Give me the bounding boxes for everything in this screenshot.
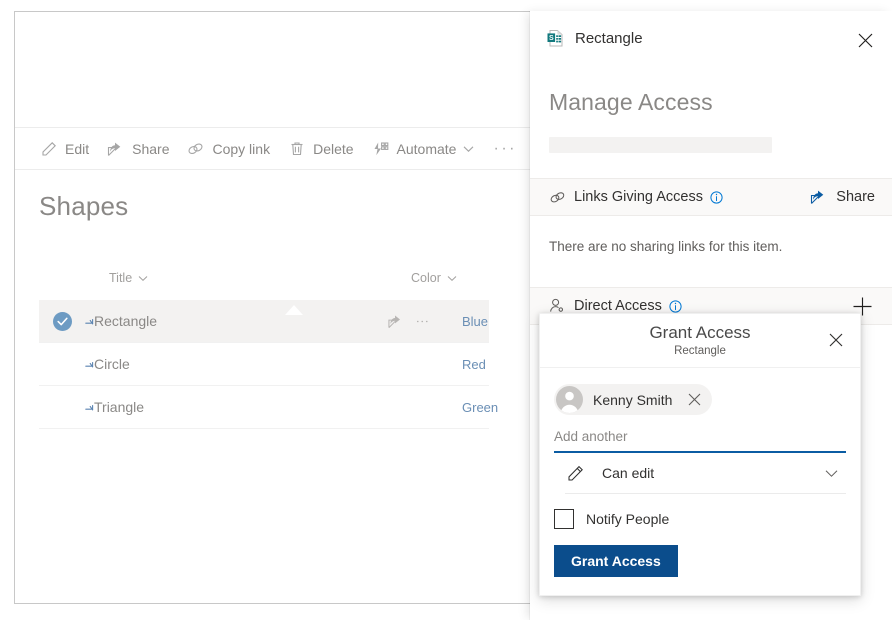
link-icon [187, 140, 204, 157]
direct-access-label: Direct Access [574, 298, 662, 314]
notify-people-label: Notify People [586, 511, 670, 527]
command-overflow-button[interactable]: ··· [483, 128, 526, 169]
close-icon[interactable] [850, 25, 880, 55]
links-empty-message: There are no sharing links for this item… [549, 239, 783, 254]
checkbox-box [554, 509, 574, 529]
remove-person-icon[interactable] [683, 389, 705, 411]
command-copy-link-label: Copy link [212, 140, 271, 157]
info-icon[interactable] [710, 190, 723, 204]
info-icon[interactable] [669, 299, 682, 313]
shared-indicator-icon [85, 403, 97, 414]
grant-access-dialog: Grant Access Rectangle Kenny Smith Add a… [539, 313, 861, 596]
column-header-color[interactable]: Color [411, 271, 457, 285]
list-column-headers: Title Color [39, 271, 509, 297]
share-icon [107, 140, 124, 157]
command-share-label: Share [132, 140, 170, 157]
person-chip[interactable]: Kenny Smith [554, 384, 713, 415]
person-avatar-icon [556, 386, 583, 413]
chevron-down-icon [138, 275, 148, 282]
permission-value: Can edit [602, 465, 655, 481]
automate-icon [372, 140, 389, 157]
table-row[interactable]: Circle Red [39, 343, 489, 386]
command-copy-link[interactable]: Copy link [178, 128, 279, 169]
grant-access-body: Kenny Smith Add another Can edit Notify … [540, 368, 860, 595]
command-automate-label: Automate [396, 140, 457, 157]
table-row[interactable]: Triangle Green [39, 386, 498, 429]
page-title: Shapes [39, 191, 129, 221]
column-header-title[interactable]: Title [109, 271, 148, 285]
row-more-actions-icon[interactable]: ⋮ [415, 315, 430, 328]
links-share-label: Share [836, 189, 875, 205]
person-icon [549, 298, 566, 315]
grant-access-subtitle: Rectangle [674, 345, 726, 357]
row-title-cell[interactable]: Rectangle [85, 313, 387, 329]
command-automate[interactable]: Automate [363, 128, 484, 169]
share-icon [810, 189, 827, 205]
command-delete-label: Delete [313, 140, 354, 157]
notify-people-checkbox[interactable]: Notify People [554, 509, 846, 529]
panel-file-name: Rectangle [575, 29, 643, 47]
checkmark-icon [52, 311, 72, 331]
row-title-cell[interactable]: Triangle [85, 399, 387, 415]
person-chip-name: Kenny Smith [593, 391, 673, 408]
row-actions: ⋮ [387, 314, 462, 329]
panel-title: Manage Access [549, 89, 713, 115]
command-delete[interactable]: Delete [279, 128, 362, 169]
pencil-icon [565, 463, 585, 483]
links-giving-access-section-header: Links Giving Access Share [530, 178, 892, 216]
sharepoint-list-item-icon: S [546, 29, 565, 48]
link-chain-icon [549, 189, 566, 206]
trash-icon [288, 140, 305, 157]
list-rows: Rectangle ⋮ Blue Circle Red Triangle Gre… [39, 300, 498, 429]
row-title-cell[interactable]: Circle [85, 356, 387, 372]
loading-shimmer-bar [549, 137, 772, 153]
add-another-input[interactable]: Add another [554, 425, 846, 453]
column-header-title-label: Title [109, 271, 133, 285]
command-share[interactable]: Share [98, 128, 178, 169]
permission-dropdown[interactable]: Can edit [565, 453, 846, 494]
links-share-button[interactable]: Share [810, 189, 875, 205]
shared-indicator-icon [85, 360, 97, 371]
row-color-cell[interactable]: Green [462, 400, 498, 415]
row-color-cell[interactable]: Blue [462, 314, 489, 329]
links-giving-access-label: Links Giving Access [574, 189, 703, 205]
chevron-down-icon [463, 145, 474, 153]
shared-indicator-icon [85, 317, 97, 328]
command-edit-label: Edit [65, 140, 90, 157]
column-header-color-label: Color [411, 271, 441, 285]
grant-access-title: Grant Access [649, 323, 751, 342]
grant-access-button[interactable]: Grant Access [554, 545, 678, 577]
table-row[interactable]: Rectangle ⋮ Blue [39, 300, 489, 343]
svg-text:S: S [549, 35, 554, 42]
row-select-checkbox[interactable] [39, 311, 85, 331]
close-icon[interactable] [822, 326, 850, 354]
command-edit[interactable]: Edit [31, 128, 98, 169]
panel-header: S Rectangle [530, 11, 892, 65]
chevron-down-icon [825, 469, 838, 478]
pencil-icon [40, 140, 57, 157]
row-color-cell[interactable]: Red [462, 357, 489, 372]
grant-access-header: Grant Access Rectangle [540, 314, 860, 368]
row-share-icon[interactable] [387, 314, 404, 329]
chevron-down-icon [447, 275, 457, 282]
